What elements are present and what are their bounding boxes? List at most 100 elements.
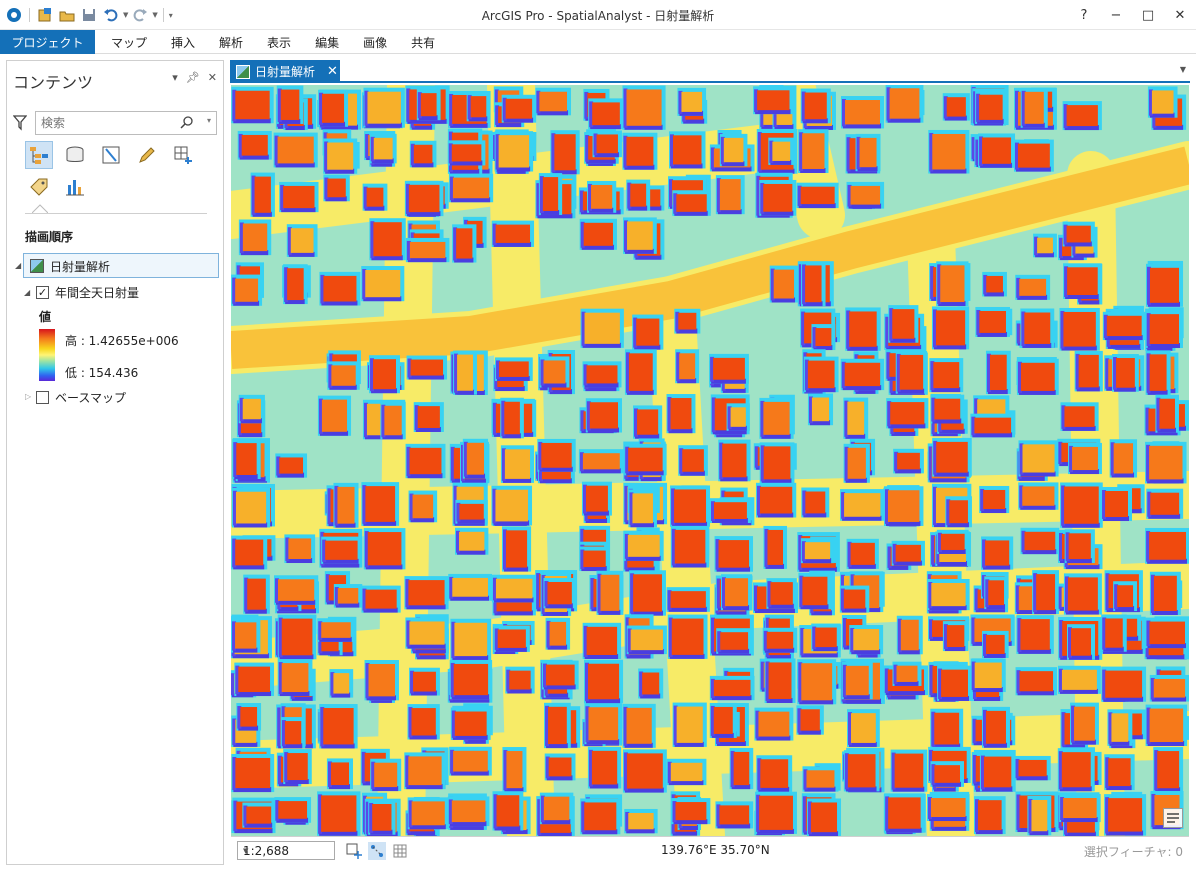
building-roof [802, 133, 825, 169]
building-roof [322, 93, 345, 123]
layer-collapse-icon[interactable]: ◢ [24, 288, 30, 297]
tab-view[interactable]: 表示 [255, 30, 303, 54]
scale-dropdown-icon[interactable]: ▼ [243, 847, 330, 855]
building-roof [1019, 671, 1054, 692]
map-overview-toggle-icon[interactable] [1163, 808, 1183, 828]
building-roof [548, 757, 572, 777]
layer-visibility-checkbox[interactable]: ✓ [36, 286, 49, 299]
building-roof [674, 529, 706, 564]
fixed-zoom-icon[interactable] [345, 842, 363, 860]
building-roof [321, 622, 351, 638]
map-item[interactable]: ◢ 日射量解析 [15, 253, 219, 278]
list-by-labeling-icon[interactable] [25, 173, 53, 201]
building-roof [543, 796, 570, 821]
list-by-selection-icon[interactable] [97, 141, 125, 169]
building-roof [983, 489, 1006, 510]
building-roof [682, 449, 704, 472]
building-roof [630, 629, 663, 651]
grid-icon[interactable] [391, 842, 409, 860]
building-roof [853, 629, 880, 651]
building-roof [290, 228, 314, 253]
building-roof [367, 532, 402, 566]
building-roof [410, 359, 444, 376]
basemap-name[interactable]: ベースマップ [55, 389, 126, 406]
map-canvas[interactable] [231, 85, 1189, 836]
building-roof [713, 679, 751, 697]
close-button[interactable]: ✕ [1164, 0, 1196, 30]
building-roof [890, 402, 925, 425]
tab-list-dropdown-icon[interactable]: ▼ [1180, 65, 1186, 74]
minimize-button[interactable]: − [1100, 0, 1132, 30]
building-roof [627, 221, 653, 250]
building-roof [466, 442, 485, 475]
building-roof [733, 751, 750, 786]
building-roof [384, 405, 402, 436]
building-roof [977, 800, 1002, 831]
list-by-editing-icon[interactable] [133, 141, 161, 169]
search-input[interactable] [41, 115, 181, 131]
snapping-icon[interactable] [368, 842, 386, 860]
layer-name[interactable]: 年間全天日射量 [55, 284, 139, 301]
building-roof [278, 579, 315, 601]
search-icon[interactable] [180, 116, 194, 133]
building-roof [373, 222, 402, 257]
contents-pane-title: コンテンツ [13, 73, 94, 92]
pane-close-icon[interactable]: ✕ [208, 71, 217, 84]
search-dropdown-icon[interactable]: ▾ [207, 116, 211, 125]
building-roof [548, 706, 567, 745]
building-roof [330, 762, 349, 786]
building-roof [801, 663, 833, 701]
building-roof [457, 354, 473, 391]
building-roof [413, 671, 436, 692]
list-by-source-icon[interactable] [61, 141, 89, 169]
ribbon-tabs: プロジェクト マップ 挿入 解析 表示 編集 画像 共有 [0, 30, 1196, 54]
close-tab-icon[interactable]: ✕ [327, 64, 338, 79]
building-roof [986, 275, 1003, 293]
building-roof [933, 362, 960, 389]
building-roof [504, 401, 520, 435]
building-roof [1037, 237, 1053, 254]
building-roof [235, 90, 270, 120]
tab-map[interactable]: マップ [95, 30, 159, 54]
tab-project[interactable]: プロジェクト [0, 30, 95, 54]
list-by-snapping-icon[interactable] [169, 141, 197, 169]
building-roof [235, 539, 264, 566]
tab-imagery[interactable]: 画像 [351, 30, 399, 54]
help-button[interactable]: ? [1068, 0, 1100, 30]
building-roof [670, 762, 703, 782]
building-roof [847, 754, 876, 788]
legend-low-label: 低 : 154.436 [65, 366, 139, 380]
list-by-charts-icon[interactable] [61, 173, 89, 201]
pane-options-icon[interactable]: ▾ [172, 71, 178, 84]
building-roof [974, 417, 1012, 434]
auto-hide-pin-icon[interactable]: 📌︎ [186, 71, 200, 84]
building-roof [946, 625, 965, 648]
building-roof [1074, 706, 1095, 741]
building-roof [633, 574, 662, 612]
filter-icon[interactable] [12, 115, 28, 134]
basemap-expand-icon[interactable]: ▷ [25, 392, 31, 401]
building-roof [505, 98, 533, 119]
building-roof [506, 751, 523, 789]
tab-insert[interactable]: 挿入 [159, 30, 207, 54]
maximize-button[interactable]: □ [1132, 0, 1164, 30]
selected-features-count[interactable]: 選択フィーチャ: 0 [1084, 843, 1183, 860]
collapse-icon[interactable]: ◢ [15, 261, 21, 270]
building-roof [1019, 278, 1047, 296]
tab-analysis[interactable]: 解析 [207, 30, 255, 54]
building-roof [321, 399, 348, 432]
map-view-tab[interactable]: 日射量解析 ✕ [230, 60, 340, 83]
map-view-tab-label: 日射量解析 [255, 65, 316, 79]
building-roof [411, 801, 445, 826]
building-roof [935, 310, 966, 346]
tab-edit[interactable]: 編集 [303, 30, 351, 54]
building-roof [772, 141, 791, 161]
building-roof [365, 589, 397, 609]
list-by-drawing-order-icon[interactable] [25, 141, 53, 169]
building-roof [845, 665, 869, 696]
scale-selector[interactable]: 1:2,688 ▼ [237, 841, 335, 860]
search-box[interactable]: ▾ [35, 111, 217, 135]
tab-share[interactable]: 共有 [399, 30, 447, 54]
basemap-visibility-checkbox[interactable] [36, 391, 49, 404]
window-title: ArcGIS Pro - SpatialAnalyst - 日射量解析 [481, 9, 715, 23]
